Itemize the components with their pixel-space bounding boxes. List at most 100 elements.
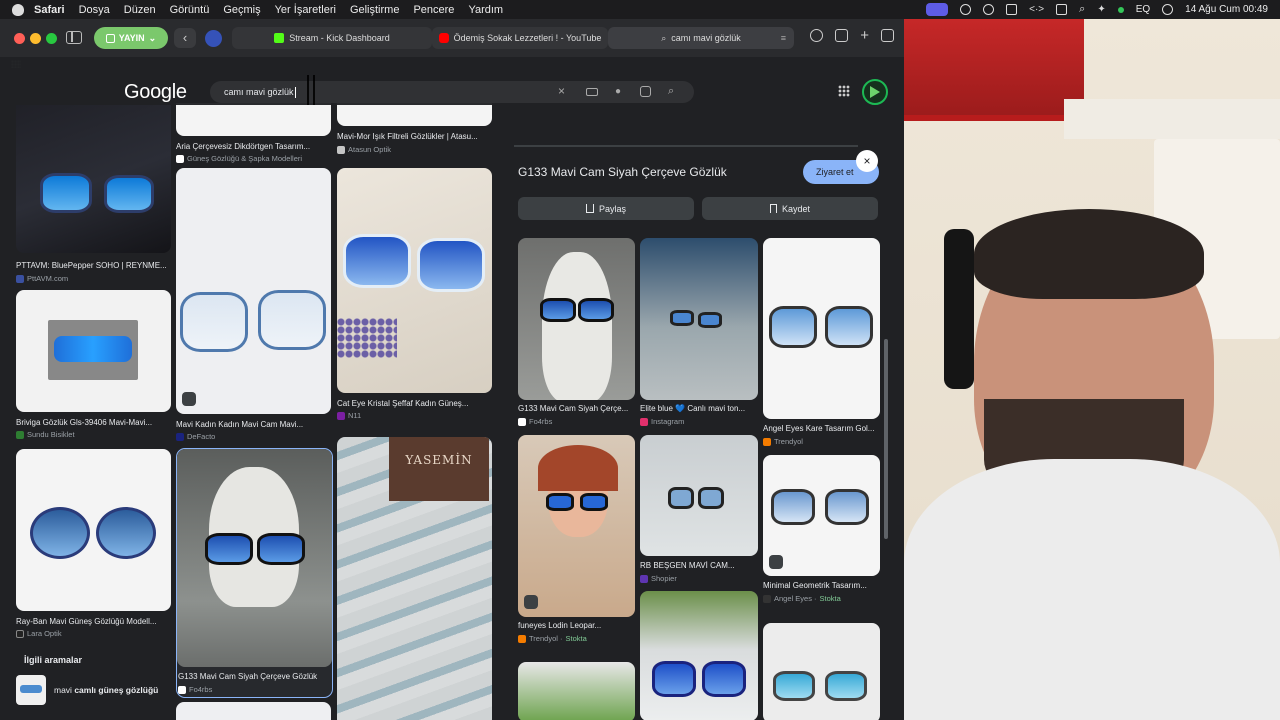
apple-icon[interactable]: [12, 3, 24, 16]
keyboard-icon[interactable]: [586, 88, 598, 96]
related-thumbnail[interactable]: [518, 435, 635, 617]
menu-yardim[interactable]: Yardım: [468, 4, 503, 16]
result-title[interactable]: Briviga Gözlük Gls-39406 Mavi-Mavi...: [16, 418, 171, 427]
play-icon[interactable]: [983, 4, 995, 15]
result-title[interactable]: Aria Çerçevesiz Dikdörtgen Tasarım...: [176, 142, 331, 151]
close-window-button[interactable]: [14, 33, 25, 44]
control-center-icon[interactable]: [1162, 4, 1174, 15]
result-thumbnail[interactable]: YASEMİN: [337, 437, 492, 720]
related-title[interactable]: Angel Eyes Kare Tasarım Gol...: [763, 424, 880, 433]
related-item[interactable]: Elite blue 💙 Canlı mavi ton... Instagram: [640, 238, 758, 428]
screen-mirror-icon[interactable]: [926, 3, 949, 16]
apps-grid-icon[interactable]: [838, 85, 850, 97]
clear-icon[interactable]: ×: [558, 84, 565, 98]
result-title[interactable]: Mavi-Mor Işık Filtreli Gözlükler | Atasu…: [337, 132, 492, 141]
profile-live-button[interactable]: YAYIN ⌄: [94, 27, 168, 49]
result-thumbnail[interactable]: [16, 290, 171, 412]
sparkle-icon[interactable]: ✦: [1097, 4, 1105, 15]
code-icon[interactable]: <·>: [1029, 4, 1044, 15]
result-title[interactable]: Mavi Kadın Kadın Mavi Cam Mavi...: [176, 420, 331, 429]
minimize-window-button[interactable]: [30, 33, 41, 44]
result-title[interactable]: Ray-Ban Mavi Güneş Gözlüğü Modell...: [16, 617, 171, 626]
result-title[interactable]: PTTAVM: BluePepper SOHO | REYNME...: [16, 261, 171, 270]
result-card[interactable]: Ray-Ban Mavi Güneş Gözlüğü Modell... Lar…: [16, 449, 171, 639]
menu-yer-isaretleri[interactable]: Yer İşaretleri: [275, 4, 336, 16]
search-input[interactable]: camı mavi gözlük: [224, 87, 294, 97]
related-thumbnail[interactable]: [518, 662, 635, 720]
menu-gecmis[interactable]: Geçmiş: [223, 4, 260, 16]
result-card-selected[interactable]: G133 Mavi Cam Siyah Çerçeve Gözlük Fo4rb…: [176, 448, 333, 698]
related-item[interactable]: mavi camlı güneş gözlüğü: [16, 673, 171, 707]
related-item[interactable]: Angel Eyes Kare Tasarım Gol... Trendyol: [763, 238, 880, 448]
extension-icon[interactable]: [205, 30, 222, 47]
google-logo[interactable]: Google: [124, 81, 187, 104]
related-title[interactable]: Minimal Geometrik Tasarım...: [763, 581, 880, 590]
related-title[interactable]: funeyes Lodin Leopar...: [518, 621, 635, 630]
result-card[interactable]: Mavi-Mor Işık Filtreli Gözlükler | Atasu…: [337, 103, 492, 163]
result-card[interactable]: Briviga Gözlük Gls-39406 Mavi-Mavi... Su…: [16, 290, 171, 442]
related-item[interactable]: Minimal Geometrik Tasarım... Angel Eyes …: [763, 455, 880, 615]
result-card[interactable]: Cat Eye Kristal Şeffaf Kadın Güneş... N1…: [337, 168, 492, 422]
result-card[interactable]: Aria Çerçevesiz Dikdörtgen Tasarım... Gü…: [176, 103, 331, 163]
result-card[interactable]: PTTAVM: BluePepper SOHO | REYNME... PttA…: [16, 103, 171, 285]
related-title[interactable]: RB BEŞGEN MAVİ CAM...: [640, 561, 758, 570]
search-icon[interactable]: ⌕: [668, 85, 674, 98]
result-thumbnail[interactable]: [176, 702, 331, 720]
related-item[interactable]: [640, 591, 758, 720]
result-thumbnail[interactable]: [337, 103, 492, 126]
share-button[interactable]: Paylaş: [518, 197, 694, 220]
eq-label[interactable]: EQ: [1136, 4, 1150, 15]
result-title[interactable]: G133 Mavi Cam Siyah Çerçeve Gözlük: [178, 672, 332, 681]
tab-youtube[interactable]: Ödemiş Sokak Lezzetleri ! - YouTube: [432, 27, 608, 49]
search-box[interactable]: camı mavi gözlük × ● ⌕: [210, 81, 694, 103]
result-title[interactable]: Cat Eye Kristal Şeffaf Kadın Güneş...: [337, 399, 492, 408]
search-icon[interactable]: ⌕: [1079, 3, 1085, 16]
clock[interactable]: 14 Ağu Cum 00:49: [1185, 4, 1268, 15]
menu-duzen[interactable]: Düzen: [124, 4, 156, 16]
related-thumbnail[interactable]: [763, 623, 880, 720]
menu-pencere[interactable]: Pencere: [413, 4, 454, 16]
menu-app-name[interactable]: Safari: [34, 4, 65, 16]
result-card[interactable]: [176, 702, 331, 720]
keyboard-icon[interactable]: [1006, 4, 1018, 15]
result-thumbnail[interactable]: [177, 449, 332, 667]
panel-scrollbar[interactable]: [884, 339, 888, 539]
related-item[interactable]: RB BEŞGEN MAVİ CAM... Shopier: [640, 435, 758, 585]
result-thumbnail[interactable]: [337, 168, 492, 393]
menu-gelistirme[interactable]: Geliştirme: [350, 4, 400, 16]
result-thumbnail[interactable]: [176, 103, 331, 136]
related-thumbnail[interactable]: [763, 455, 880, 576]
result-card[interactable]: YASEMİN: [337, 437, 492, 720]
tab-overview-icon[interactable]: [881, 29, 894, 42]
mic-icon[interactable]: ●: [615, 86, 621, 97]
zoom-window-button[interactable]: [46, 33, 57, 44]
related-item[interactable]: G133 Mavi Cam Siyah Çerçe... Fo4rbs: [518, 238, 635, 448]
menu-dosya[interactable]: Dosya: [79, 4, 110, 16]
result-card[interactable]: Mavi Kadın Kadın Mavi Cam Mavi... DeFact…: [176, 168, 331, 448]
related-thumbnail[interactable]: [640, 238, 758, 400]
result-thumbnail[interactable]: [16, 449, 171, 611]
sidebar-toggle-icon[interactable]: [66, 31, 82, 44]
related-item[interactable]: [763, 623, 880, 720]
related-thumbnail[interactable]: [640, 435, 758, 556]
tab-active-search[interactable]: ⌕ camı mavi gözlük ≡: [608, 27, 794, 49]
reader-icon[interactable]: ≡: [781, 33, 786, 43]
related-item[interactable]: [518, 662, 635, 720]
downloads-icon[interactable]: [810, 29, 824, 42]
close-preview-button[interactable]: ×: [856, 150, 878, 172]
related-title[interactable]: Elite blue 💙 Canlı mavi ton...: [640, 404, 758, 413]
preview-title[interactable]: G133 Mavi Cam Siyah Çerçeve Gözlük: [518, 165, 727, 179]
result-thumbnail[interactable]: [16, 103, 171, 253]
result-thumbnail[interactable]: [176, 168, 331, 414]
related-item[interactable]: funeyes Lodin Leopar... Trendyol · Stokt…: [518, 435, 635, 650]
related-title[interactable]: G133 Mavi Cam Siyah Çerçe...: [518, 404, 635, 413]
lens-icon[interactable]: [640, 86, 651, 97]
new-tab-icon[interactable]: +: [860, 28, 869, 43]
related-thumbnail[interactable]: [763, 238, 880, 419]
back-button[interactable]: ‹: [174, 28, 196, 48]
battery-icon[interactable]: [1056, 4, 1068, 15]
tab-kick-dashboard[interactable]: Stream - Kick Dashboard: [232, 27, 432, 49]
menu-goruntu[interactable]: Görüntü: [170, 4, 210, 16]
related-thumbnail[interactable]: [640, 591, 758, 720]
save-button[interactable]: Kaydet: [702, 197, 878, 220]
